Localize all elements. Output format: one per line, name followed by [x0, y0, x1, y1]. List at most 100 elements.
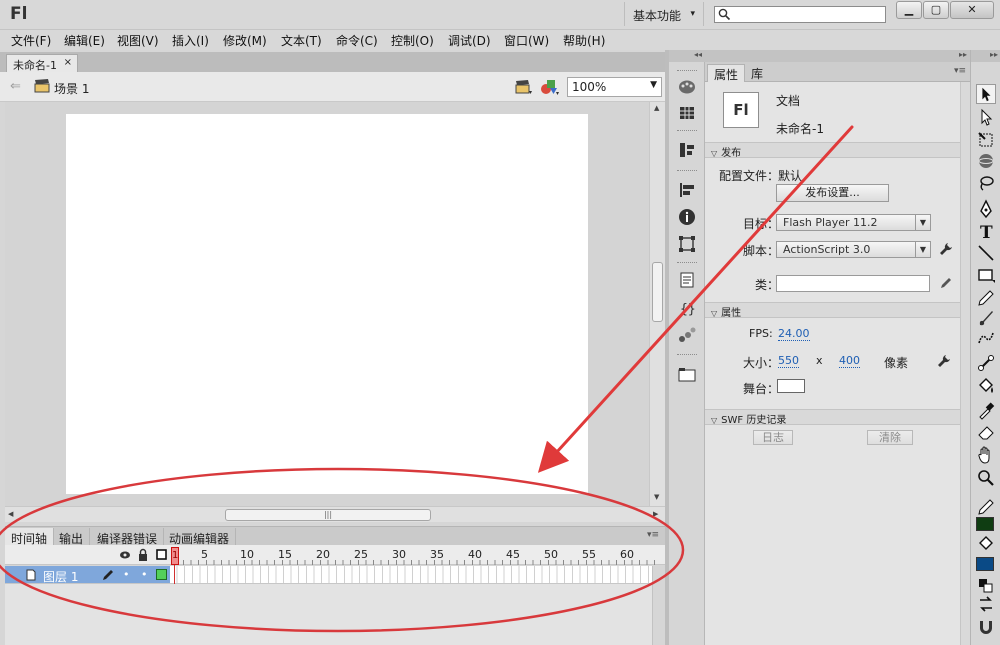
menu-help[interactable]: 帮助(H) [563, 32, 605, 49]
snap-magnet-icon[interactable] [976, 617, 996, 637]
eyedropper-tool-icon[interactable] [976, 400, 996, 420]
timeline-scrollbar[interactable] [652, 566, 665, 645]
eraser-tool-icon[interactable] [976, 422, 996, 442]
scroll-left-icon[interactable]: ◀ [8, 510, 13, 518]
menu-edit[interactable]: 编辑(E) [64, 32, 105, 49]
clear-button[interactable]: 清除 [867, 430, 913, 445]
transform-icon[interactable] [678, 235, 696, 253]
maximize-button[interactable]: ▢ [923, 1, 949, 19]
brush-tool-icon[interactable] [976, 308, 996, 328]
grip[interactable] [677, 170, 697, 172]
wrench-icon[interactable] [937, 354, 951, 368]
stroke-color-pencil-icon[interactable] [976, 497, 996, 517]
swf-history-section-header[interactable]: ▽ SWF 历史记录 [705, 409, 970, 426]
visibility-dot-icon[interactable]: • [123, 568, 130, 581]
bone-tool-icon[interactable] [976, 353, 996, 373]
line-tool-icon[interactable] [976, 243, 996, 263]
stage-horizontal-scrollbar[interactable]: ◀ ||| ▶ [5, 506, 665, 522]
lasso-tool-icon[interactable] [976, 173, 996, 193]
collapse-panel-icon[interactable]: ▸▸ [971, 50, 1000, 62]
black-white-icon[interactable] [976, 576, 996, 596]
publish-section-header[interactable]: ▽ 发布 [705, 142, 970, 159]
stage-vertical-scrollbar[interactable]: ▲ ▼ [649, 102, 665, 506]
grip[interactable] [677, 262, 697, 264]
zoom-select[interactable]: 100% ▼ [567, 77, 662, 97]
layer-outline-color[interactable] [156, 569, 167, 580]
lock-dot-icon[interactable]: • [141, 568, 148, 581]
zoom-tool-icon[interactable] [976, 468, 996, 488]
menu-modify[interactable]: 修改(M) [223, 32, 267, 49]
panel-menu-icon[interactable]: ▾≡ [954, 66, 966, 76]
collapse-panel-icon[interactable]: ▸▸ [705, 50, 970, 62]
layer-row[interactable]: 图层 1 • • [5, 566, 170, 584]
fps-value[interactable]: 24.00 [778, 327, 810, 341]
stage-height[interactable]: 400 [839, 354, 860, 368]
color-palette-icon[interactable] [678, 78, 696, 96]
stage-width[interactable]: 550 [778, 354, 799, 368]
swap-colors-icon[interactable] [976, 594, 996, 614]
minimize-button[interactable]: ▁ [896, 1, 922, 19]
deco-tool-icon[interactable] [976, 328, 996, 348]
menu-insert[interactable]: 插入(I) [172, 32, 209, 49]
edit-symbols-icon[interactable] [540, 78, 560, 96]
tab-library[interactable]: 库 [745, 64, 769, 82]
grip[interactable] [677, 130, 697, 132]
menu-window[interactable]: 窗口(W) [504, 32, 549, 49]
menu-file[interactable]: 文件(F) [11, 32, 51, 49]
stroke-color-swatch[interactable] [976, 517, 994, 531]
tab-timeline[interactable]: 时间轴 [5, 528, 55, 546]
tab-properties[interactable]: 属性 [707, 64, 746, 82]
swatches-icon[interactable] [678, 104, 696, 122]
scroll-right-icon[interactable]: ▶ [653, 510, 658, 518]
pencil-icon[interactable] [939, 276, 953, 290]
scroll-thumb[interactable] [652, 262, 663, 322]
menu-commands[interactable]: 命令(C) [336, 32, 378, 49]
close-tab-icon[interactable]: × [64, 57, 72, 68]
stage-color-swatch[interactable] [777, 379, 805, 393]
pencil-tool-icon[interactable] [976, 288, 996, 308]
help-search-input[interactable] [714, 6, 886, 23]
script-select[interactable]: ActionScript 3.0 ▼ [776, 241, 931, 258]
tab-compiler-errors[interactable]: 编译器错误 [91, 528, 165, 546]
properties-scrollbar[interactable] [960, 82, 970, 645]
log-button[interactable]: 日志 [753, 430, 793, 445]
fill-color-bucket-icon[interactable] [976, 535, 996, 555]
hand-tool-icon[interactable] [976, 445, 996, 465]
rectangle-tool-icon[interactable] [976, 265, 996, 285]
tab-output[interactable]: 输出 [53, 528, 91, 546]
project-icon[interactable] [678, 365, 696, 383]
grip[interactable] [677, 70, 697, 72]
panel-menu-icon[interactable]: ▾≡ [647, 530, 659, 540]
menu-text[interactable]: 文本(T) [281, 32, 322, 49]
back-arrow-icon[interactable]: ⇐ [10, 79, 21, 94]
menu-debug[interactable]: 调试(D) [448, 32, 491, 49]
3d-rotation-tool-icon[interactable] [976, 151, 996, 171]
align-left-icon[interactable] [678, 181, 696, 199]
frame-row[interactable] [170, 566, 652, 584]
motion-presets-icon[interactable] [678, 326, 696, 344]
document-tab[interactable]: 未命名-1 × [6, 54, 78, 72]
scroll-up-icon[interactable]: ▲ [654, 104, 659, 112]
paint-bucket-tool-icon[interactable] [976, 377, 996, 397]
scroll-thumb[interactable]: ||| [225, 509, 431, 521]
workspace-switcher[interactable]: 基本功能 ▾ [624, 2, 704, 26]
wrench-icon[interactable] [939, 242, 953, 256]
grip[interactable] [677, 354, 697, 356]
align-icon[interactable] [678, 141, 696, 159]
menu-view[interactable]: 视图(V) [117, 32, 159, 49]
edit-scene-icon[interactable] [515, 79, 533, 95]
free-transform-tool-icon[interactable] [976, 130, 996, 150]
playhead[interactable]: 1 [171, 547, 179, 565]
pen-tool-icon[interactable] [976, 199, 996, 219]
components-icon[interactable] [678, 271, 696, 289]
scroll-down-icon[interactable]: ▼ [654, 493, 659, 501]
close-window-button[interactable]: ✕ [950, 1, 994, 19]
selection-tool-icon[interactable] [976, 84, 996, 104]
class-input[interactable] [776, 275, 930, 292]
subselection-tool-icon[interactable] [976, 107, 996, 127]
stage-canvas[interactable] [66, 114, 588, 494]
target-select[interactable]: Flash Player 11.2 ▼ [776, 214, 931, 231]
code-snippets-icon[interactable]: {} [678, 299, 696, 317]
menu-control[interactable]: 控制(O) [391, 32, 434, 49]
info-icon[interactable] [678, 208, 696, 226]
